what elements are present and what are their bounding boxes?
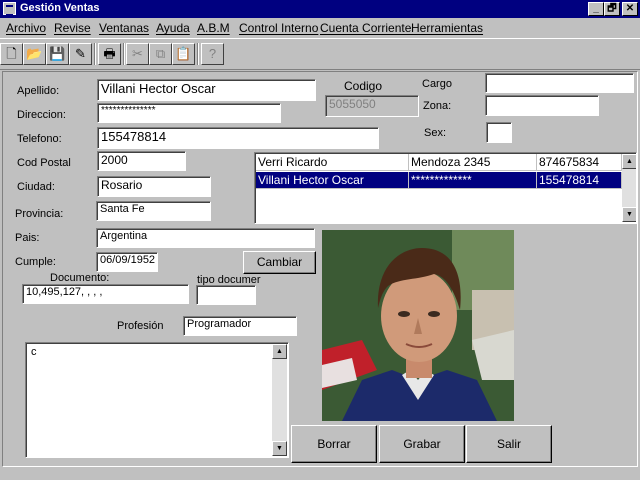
toolbar-separator xyxy=(123,43,125,65)
restore-button[interactable]: 🗗 xyxy=(604,2,620,16)
telefono-label: Telefono: xyxy=(17,133,62,145)
telefono-field[interactable]: 155478814 xyxy=(97,127,379,149)
paste-icon[interactable]: 📋 xyxy=(172,43,195,65)
grid-cell-name: Villani Hector Oscar xyxy=(256,172,409,189)
help-icon[interactable]: ? xyxy=(201,43,224,65)
title-bar: Gestión Ventas _ 🗗 ✕ xyxy=(0,0,640,18)
menu-cuenta-corriente[interactable]: Cuenta Corriente xyxy=(320,21,411,35)
minimize-button[interactable]: _ xyxy=(588,2,604,16)
grid-cell-address: Mendoza 2345 xyxy=(409,154,537,171)
window-title: Gestión Ventas xyxy=(20,2,100,14)
ciudad-label: Ciudad: xyxy=(17,181,55,193)
client-photo xyxy=(322,230,514,421)
codigo-label: Codigo xyxy=(344,79,383,93)
apellido-label: Apellido: xyxy=(17,85,60,97)
direccion-label: Direccion: xyxy=(17,109,66,121)
edit-pencil-icon[interactable]: ✎ xyxy=(69,43,92,65)
open-folder-icon[interactable]: 📂 xyxy=(23,43,46,65)
new-file-icon[interactable]: 🗋 xyxy=(0,43,23,65)
menu-abm[interactable]: A.B.M xyxy=(197,21,230,35)
toolbar: 🗋 📂 💾 ✎ 🖶 ✂ ⧉ 📋 ? xyxy=(0,38,640,70)
table-row[interactable]: Verri Ricardo Mendoza 2345 874675834 xyxy=(256,154,622,171)
app-icon[interactable] xyxy=(3,2,16,16)
documento-label: Documento: xyxy=(50,272,110,284)
pais-field[interactable]: Argentina xyxy=(96,228,315,248)
grid-cell-phone: 874675834 xyxy=(537,154,622,171)
provincia-field[interactable]: Santa Fe xyxy=(96,201,211,221)
scroll-up-icon[interactable]: ▲ xyxy=(272,344,287,359)
cumple-label: Cumple: xyxy=(15,256,56,268)
menu-ayuda[interactable]: Ayuda xyxy=(156,21,190,35)
menu-ventanas[interactable]: Ventanas xyxy=(99,21,149,35)
cambiar-button[interactable]: Cambiar xyxy=(243,251,316,274)
salir-button[interactable]: Salir xyxy=(466,425,552,463)
grabar-button[interactable]: Grabar xyxy=(379,425,465,463)
menu-herramientas[interactable]: Herramientas xyxy=(411,21,483,35)
tipo-documento-field[interactable] xyxy=(196,285,256,305)
notes-scrollbar[interactable]: ▲ ▼ xyxy=(272,344,287,456)
pais-label: Pais: xyxy=(15,232,40,244)
borrar-button[interactable]: Borrar xyxy=(291,425,377,463)
profesion-label: Profesión xyxy=(117,320,164,332)
sex-label: Sex: xyxy=(424,127,447,139)
print-icon[interactable]: 🖶 xyxy=(98,43,121,65)
grid-cell-address: ************* xyxy=(409,172,537,189)
scroll-down-icon[interactable]: ▼ xyxy=(622,207,636,222)
cod-postal-label: Cod Postal xyxy=(17,157,71,169)
grid-cell-phone: 155478814 xyxy=(537,172,622,189)
toolbar-separator xyxy=(94,43,96,65)
portrait-image xyxy=(322,230,514,421)
cumple-field[interactable]: 06/09/1952 xyxy=(96,252,158,272)
cod-postal-field[interactable]: 2000 xyxy=(97,151,186,171)
save-disk-icon[interactable]: 💾 xyxy=(46,43,69,65)
clients-grid[interactable]: Verri Ricardo Mendoza 2345 874675834 Vil… xyxy=(254,152,637,224)
cargo-field[interactable] xyxy=(485,73,634,93)
zona-label: Zona: xyxy=(423,100,452,112)
grid-scrollbar[interactable]: ▲ ▼ xyxy=(622,154,636,222)
notes-textarea[interactable]: c xyxy=(25,342,289,458)
documento-field[interactable]: 10,495,127, , , , xyxy=(22,284,189,304)
menu-bar: Archivo Revise Ventanas Ayuda A.B.M Cont… xyxy=(0,18,640,38)
sex-field[interactable] xyxy=(486,122,512,143)
menu-revise[interactable]: Revise xyxy=(54,21,91,35)
notes-text: c xyxy=(31,346,37,358)
table-row[interactable]: Villani Hector Oscar ************* 15547… xyxy=(256,172,622,189)
close-button[interactable]: ✕ xyxy=(622,2,638,16)
grid-cell-name: Verri Ricardo xyxy=(256,154,409,171)
cut-icon[interactable]: ✂ xyxy=(126,43,149,65)
scroll-up-icon[interactable]: ▲ xyxy=(622,154,636,169)
copy-icon[interactable]: ⧉ xyxy=(149,43,172,65)
codigo-field: 5055050 xyxy=(325,95,419,117)
scroll-down-icon[interactable]: ▼ xyxy=(272,441,287,456)
direccion-field[interactable]: ************** xyxy=(97,103,281,123)
menu-archivo[interactable]: Archivo xyxy=(6,21,46,35)
profesion-field[interactable]: Programador xyxy=(183,316,297,336)
toolbar-separator xyxy=(197,43,199,65)
apellido-field[interactable]: Villani Hector Oscar xyxy=(97,79,316,101)
ciudad-field[interactable]: Rosario xyxy=(97,176,211,197)
menu-control-interno[interactable]: Control Interno xyxy=(239,21,318,35)
provincia-label: Provincia: xyxy=(15,208,64,220)
zona-field[interactable] xyxy=(485,95,599,116)
cargo-label: Cargo xyxy=(422,78,452,90)
